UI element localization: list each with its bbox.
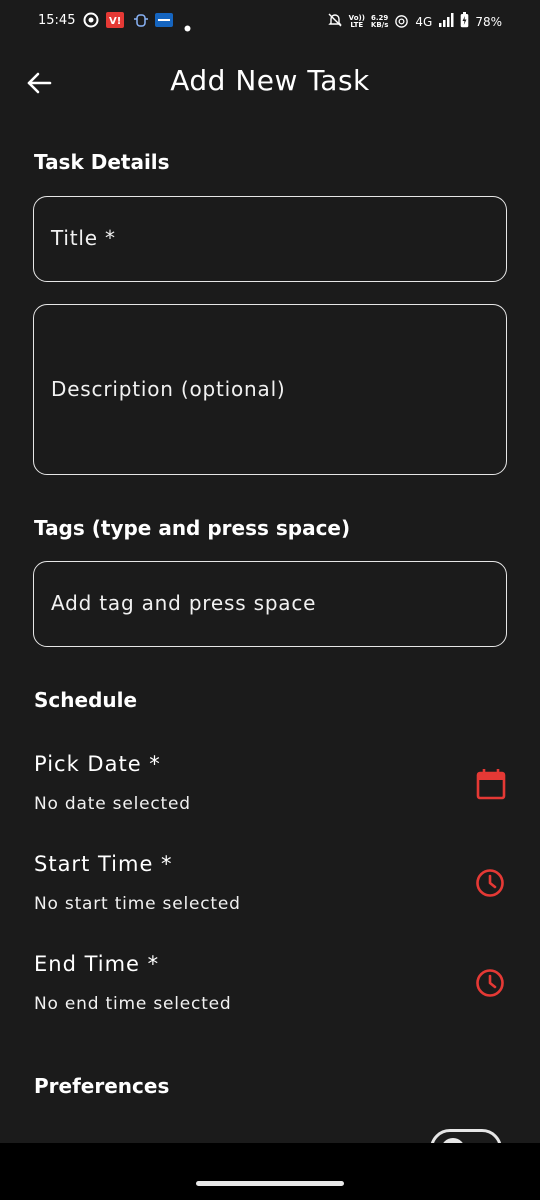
end-time-value: No end time selected: [34, 994, 232, 1014]
mute-icon: [327, 12, 343, 31]
signal-icon: [438, 13, 454, 30]
tag-input[interactable]: Add tag and press space: [33, 561, 507, 647]
network-type: 4G: [415, 14, 433, 29]
start-time-label: Start Time *: [34, 852, 173, 876]
page-title: Add New Task: [170, 64, 370, 97]
app-badge-icon: [155, 12, 173, 31]
end-clock-icon[interactable]: [475, 968, 505, 998]
navigation-bar: [0, 1143, 540, 1200]
title-input[interactable]: Title *: [33, 196, 507, 282]
task-details-heading: Task Details: [34, 150, 170, 174]
volte-indicator: Vo)) LTE: [348, 13, 365, 29]
status-bar: 15:45 V! Vo)) LTE 6.29 KB/s 4G 78%: [0, 0, 540, 44]
description-placeholder: Description (optional): [51, 377, 286, 401]
vi-app-icon: V!: [106, 12, 124, 32]
preferences-heading: Preferences: [34, 1074, 170, 1098]
start-time-value: No start time selected: [34, 894, 241, 914]
schedule-heading: Schedule: [34, 688, 138, 712]
description-input[interactable]: Description (optional): [33, 304, 507, 475]
app-bar: Add New Task: [0, 50, 540, 114]
pick-date-value: No date selected: [34, 794, 191, 814]
notification-app-icon: [83, 12, 99, 32]
title-placeholder: Title *: [51, 226, 116, 250]
status-time: 15:45: [38, 13, 76, 28]
bug-icon: [133, 12, 149, 32]
more-notifications-dot: [184, 17, 191, 36]
network-speed: 6.29 KB/s: [370, 13, 389, 29]
svg-text:V!: V!: [109, 16, 121, 27]
tag-placeholder: Add tag and press space: [51, 591, 317, 615]
start-clock-icon[interactable]: [475, 868, 505, 898]
hotspot-icon: [394, 13, 409, 31]
status-right-group: Vo)) LTE 6.29 KB/s 4G 78%: [327, 12, 502, 31]
calendar-icon[interactable]: [476, 768, 506, 800]
end-time-label: End Time *: [34, 952, 160, 976]
pick-date-label: Pick Date *: [34, 752, 161, 776]
tags-heading: Tags (type and press space): [34, 516, 351, 540]
home-indicator[interactable]: [196, 1181, 344, 1186]
battery-level: 78%: [475, 14, 502, 29]
battery-icon: [460, 12, 469, 31]
